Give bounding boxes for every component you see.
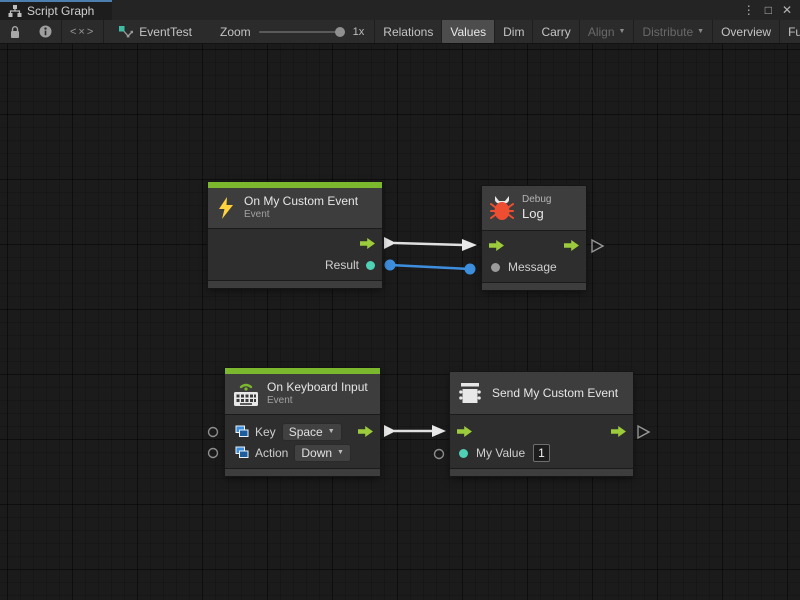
tab-bar: Script Graph ⋮ □ ✕ [0,0,800,20]
inspect-button[interactable] [30,20,61,43]
zoom-slider-track [259,31,345,33]
node-title: Log [522,206,551,222]
node-header: On My Custom Event Event [208,188,382,228]
key-dropdown[interactable]: Space ▼ [282,423,342,441]
node-body: My Value 1 [450,414,633,469]
node-header: Send My Custom Event [450,372,633,414]
node-footer [225,469,380,476]
node-debug-log[interactable]: Debug Log Message [482,186,586,290]
tab-title: Script Graph [27,4,94,18]
zoom-control: Zoom 1x [202,20,374,43]
wire-trigger-customevent-to-log[interactable] [384,237,477,251]
graph-toolbar: <×> EventTest Zoom 1x Relations Values [0,20,800,44]
trigger-output-port[interactable] [360,238,375,249]
node-title: On Keyboard Input [267,380,368,395]
port-label-action: Action [255,446,288,460]
debug-bug-icon [490,195,514,221]
overview-button[interactable]: Overview [713,20,779,43]
key-dropdown-value: Space [289,425,323,439]
port-label-message: Message [508,260,557,274]
value-input-port-message[interactable] [491,263,500,272]
custom-event-machine-icon [458,382,484,404]
toolbar-right-group: Relations Values Dim Carry Align ▼ Distr… [374,20,800,43]
unconnected-trigger-indicator-sendevent[interactable] [638,426,649,438]
node-send-my-custom-event[interactable]: Send My Custom Event My Value 1 [450,372,633,476]
window-menu-icon[interactable]: ⋮ [743,4,755,16]
graph-asset-icon [118,25,133,39]
window-controls: ⋮ □ ✕ [743,0,800,20]
trigger-output-port[interactable] [358,426,373,437]
trigger-input-port[interactable] [489,240,504,251]
values-button[interactable]: Values [442,20,494,43]
info-icon [39,25,52,38]
node-header: On Keyboard Input Event [225,374,380,414]
node-on-my-custom-event[interactable]: On My Custom Event Event Result [208,182,382,288]
align-dropdown[interactable]: Align ▼ [580,20,634,43]
chevron-down-icon: ▼ [697,28,704,35]
carry-button[interactable]: Carry [533,20,578,43]
zoom-label: Zoom [220,25,251,39]
lock-icon [9,25,21,39]
node-footer [450,469,633,476]
zoom-slider-handle[interactable] [335,27,345,37]
relations-button[interactable]: Relations [375,20,441,43]
graph-breadcrumb[interactable]: EventTest [104,20,202,43]
action-dropdown[interactable]: Down ▼ [294,444,351,462]
maximize-icon[interactable]: □ [765,4,772,16]
node-footer [482,283,586,290]
chevron-down-icon: ▼ [337,449,344,456]
keyboard-input-icon [233,381,259,407]
wire-trigger-keyboard-to-sendevent[interactable] [384,425,446,437]
lightning-bolt-icon [216,197,236,219]
node-title: Send My Custom Event [492,386,618,401]
unconnected-trigger-indicator-log[interactable] [592,240,603,252]
zoom-value: 1x [353,26,365,38]
distribute-dropdown[interactable]: Distribute ▼ [634,20,712,43]
node-on-keyboard-input[interactable]: On Keyboard Input Event Key Space ▼ [225,368,380,476]
node-surtitle: Debug [522,194,551,207]
node-subtitle: Event [244,209,358,222]
align-label: Align [588,25,615,39]
chevron-down-icon: ▼ [619,28,626,35]
wire-layer [0,44,800,600]
close-icon[interactable]: ✕ [782,4,792,16]
chevron-down-icon: ▼ [328,428,335,435]
port-label-result: Result [325,258,359,272]
full-screen-button[interactable]: Full Screen [780,20,800,43]
node-subtitle: Event [267,395,368,408]
wire-value-result-to-message[interactable] [385,260,476,275]
trigger-output-port[interactable] [611,426,626,437]
tab-bar-spacer [112,0,743,20]
edit-source-button[interactable]: <×> [62,20,103,43]
node-body: Message [482,230,586,283]
node-header: Debug Log [482,186,586,230]
value-input-port-my-value[interactable] [459,449,468,458]
unconnected-port-indicator-action[interactable] [209,449,218,458]
node-body: Result [208,228,382,281]
distribute-label: Distribute [642,25,693,39]
enum-type-icon [235,446,249,459]
port-label-key: Key [255,425,276,439]
value-output-port-result[interactable] [366,261,375,270]
graph-name: EventTest [139,25,192,39]
graph-canvas[interactable]: On My Custom Event Event Result [0,44,800,600]
trigger-output-port[interactable] [564,240,579,251]
node-footer [208,281,382,288]
zoom-slider[interactable] [259,27,345,37]
action-dropdown-value: Down [301,446,332,460]
tab-script-graph[interactable]: Script Graph [0,0,112,20]
script-graph-window: Script Graph ⋮ □ ✕ <×> [0,0,800,600]
port-label-my-value: My Value [476,446,525,460]
my-value-input[interactable]: 1 [533,444,550,462]
trigger-input-port[interactable] [457,426,472,437]
unconnected-port-indicator-myvalue[interactable] [435,450,444,459]
dim-button[interactable]: Dim [495,20,532,43]
unconnected-port-indicator-key[interactable] [209,428,218,437]
lock-button[interactable] [0,20,30,43]
node-body: Key Space ▼ Action [225,414,380,469]
enum-type-icon [235,425,249,438]
node-title: On My Custom Event [244,194,358,209]
graph-icon [8,5,22,17]
